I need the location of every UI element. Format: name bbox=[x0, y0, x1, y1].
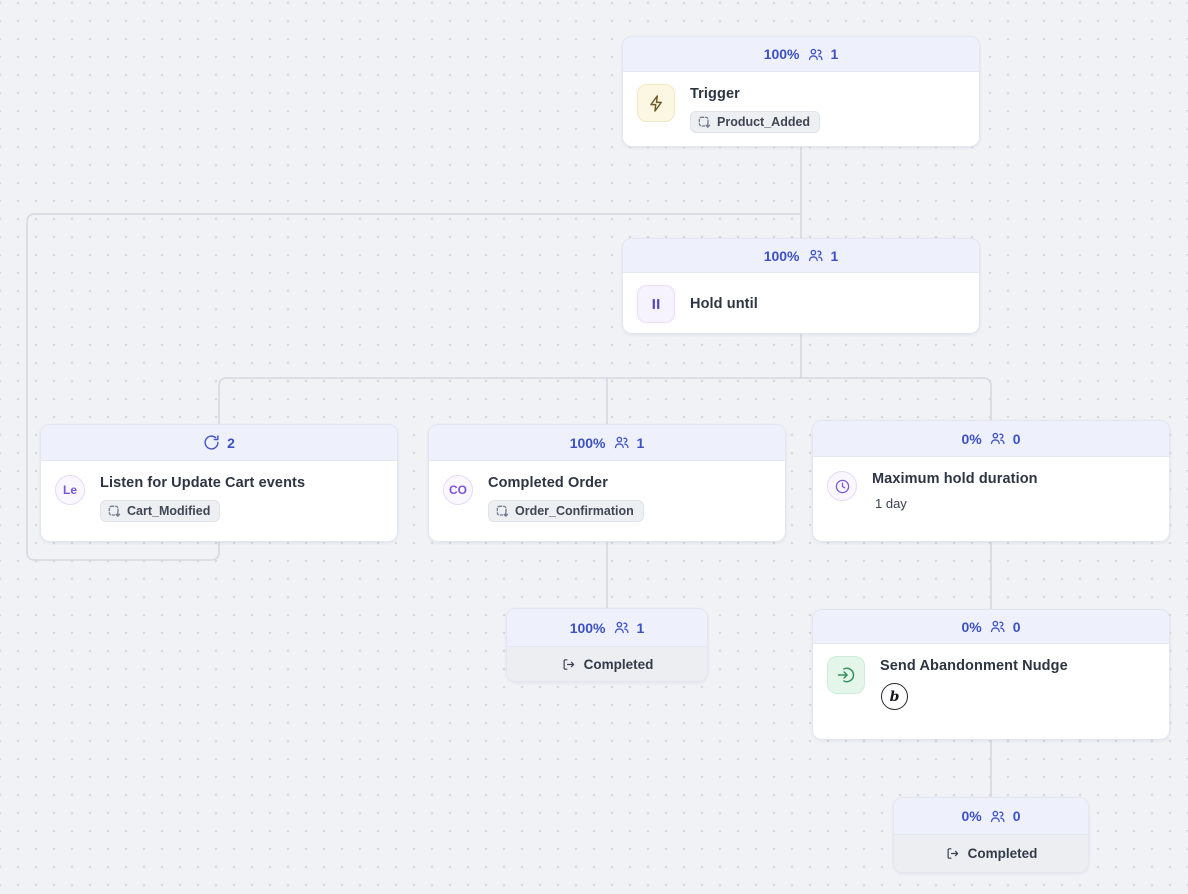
stat-count: 1 bbox=[831, 248, 839, 264]
event-badge[interactable]: Cart_Modified bbox=[100, 500, 220, 522]
node-exit-center-stats: 100% 1 bbox=[507, 609, 707, 647]
node-listen-update-cart[interactable]: 2 Le Listen for Update Cart events Cart_… bbox=[40, 424, 398, 542]
node-send-abandonment-nudge[interactable]: 0% 0 Send Abandonment Nudge b bbox=[812, 609, 1170, 740]
stat-count: 1 bbox=[637, 435, 645, 451]
stat-percent: 100% bbox=[764, 46, 800, 62]
users-icon bbox=[989, 430, 1006, 447]
node-hold-until[interactable]: 100% 1 Hold until bbox=[622, 238, 980, 334]
exit-label: Completed bbox=[584, 657, 654, 672]
event-badge-label: Order_Confirmation bbox=[515, 504, 634, 518]
exit-icon bbox=[561, 657, 576, 672]
avatar: CO bbox=[443, 475, 473, 505]
node-trigger-stats: 100% 1 bbox=[623, 37, 979, 72]
event-badge[interactable]: Product_Added bbox=[690, 111, 820, 133]
stat-count: 1 bbox=[637, 620, 645, 636]
node-hold-stats: 100% 1 bbox=[623, 239, 979, 273]
login-arrow-icon bbox=[827, 656, 865, 694]
stat-percent: 100% bbox=[764, 248, 800, 264]
node-max-hold-stats: 0% 0 bbox=[813, 421, 1169, 457]
zap-icon bbox=[637, 84, 675, 122]
stat-percent: 100% bbox=[570, 620, 606, 636]
node-exit-right-stats: 0% 0 bbox=[894, 798, 1088, 835]
users-icon bbox=[989, 808, 1006, 825]
avatar: Le bbox=[55, 475, 85, 505]
node-title: Maximum hold duration bbox=[872, 471, 1038, 487]
event-badge-label: Product_Added bbox=[717, 115, 810, 129]
exit-label: Completed bbox=[968, 846, 1038, 861]
stat-percent: 0% bbox=[961, 808, 981, 824]
exit-icon bbox=[945, 846, 960, 861]
connector-hold-branches bbox=[219, 334, 991, 424]
loop-icon bbox=[203, 434, 220, 451]
users-icon bbox=[613, 434, 630, 451]
event-badge-icon bbox=[698, 116, 711, 129]
stat-count: 1 bbox=[831, 46, 839, 62]
stat-percent: 100% bbox=[570, 435, 606, 451]
node-completed-order[interactable]: 100% 1 CO Completed Order Order_Confirma… bbox=[428, 424, 786, 542]
stat-percent: 0% bbox=[961, 619, 981, 635]
node-trigger[interactable]: 100% 1 Trigger Product_Added bbox=[622, 36, 980, 147]
users-icon bbox=[807, 46, 824, 63]
event-badge[interactable]: Order_Confirmation bbox=[488, 500, 644, 522]
pause-icon bbox=[637, 285, 675, 323]
node-completed-order-stats: 100% 1 bbox=[429, 425, 785, 461]
stat-count: 0 bbox=[1013, 431, 1021, 447]
event-badge-label: Cart_Modified bbox=[127, 504, 210, 518]
channel-icon: b bbox=[881, 683, 908, 710]
stat-count: 2 bbox=[227, 435, 235, 451]
journey-canvas[interactable]: 100% 1 Trigger Product_Added bbox=[0, 0, 1188, 894]
stat-count: 0 bbox=[1013, 808, 1021, 824]
stat-count: 0 bbox=[1013, 619, 1021, 635]
stat-percent: 0% bbox=[961, 431, 981, 447]
clock-icon bbox=[827, 471, 857, 501]
users-icon bbox=[989, 618, 1006, 635]
users-icon bbox=[613, 619, 630, 636]
node-title: Completed Order bbox=[488, 475, 644, 491]
node-exit-completed-right[interactable]: 0% 0 Completed bbox=[893, 797, 1089, 873]
node-max-hold-duration[interactable]: 0% 0 Maximum hold duration 1 day bbox=[812, 420, 1170, 542]
node-title: Trigger bbox=[690, 86, 820, 102]
event-badge-icon bbox=[496, 505, 509, 518]
event-badge-icon bbox=[108, 505, 121, 518]
node-title: Listen for Update Cart events bbox=[100, 475, 305, 491]
node-listen-stats: 2 bbox=[41, 425, 397, 461]
node-title: Send Abandonment Nudge bbox=[880, 658, 1068, 674]
node-title: Hold until bbox=[690, 296, 758, 312]
node-duration-value: 1 day bbox=[872, 496, 1038, 511]
users-icon bbox=[807, 247, 824, 264]
node-exit-completed-center[interactable]: 100% 1 Completed bbox=[506, 608, 708, 682]
node-nudge-stats: 0% 0 bbox=[813, 610, 1169, 644]
